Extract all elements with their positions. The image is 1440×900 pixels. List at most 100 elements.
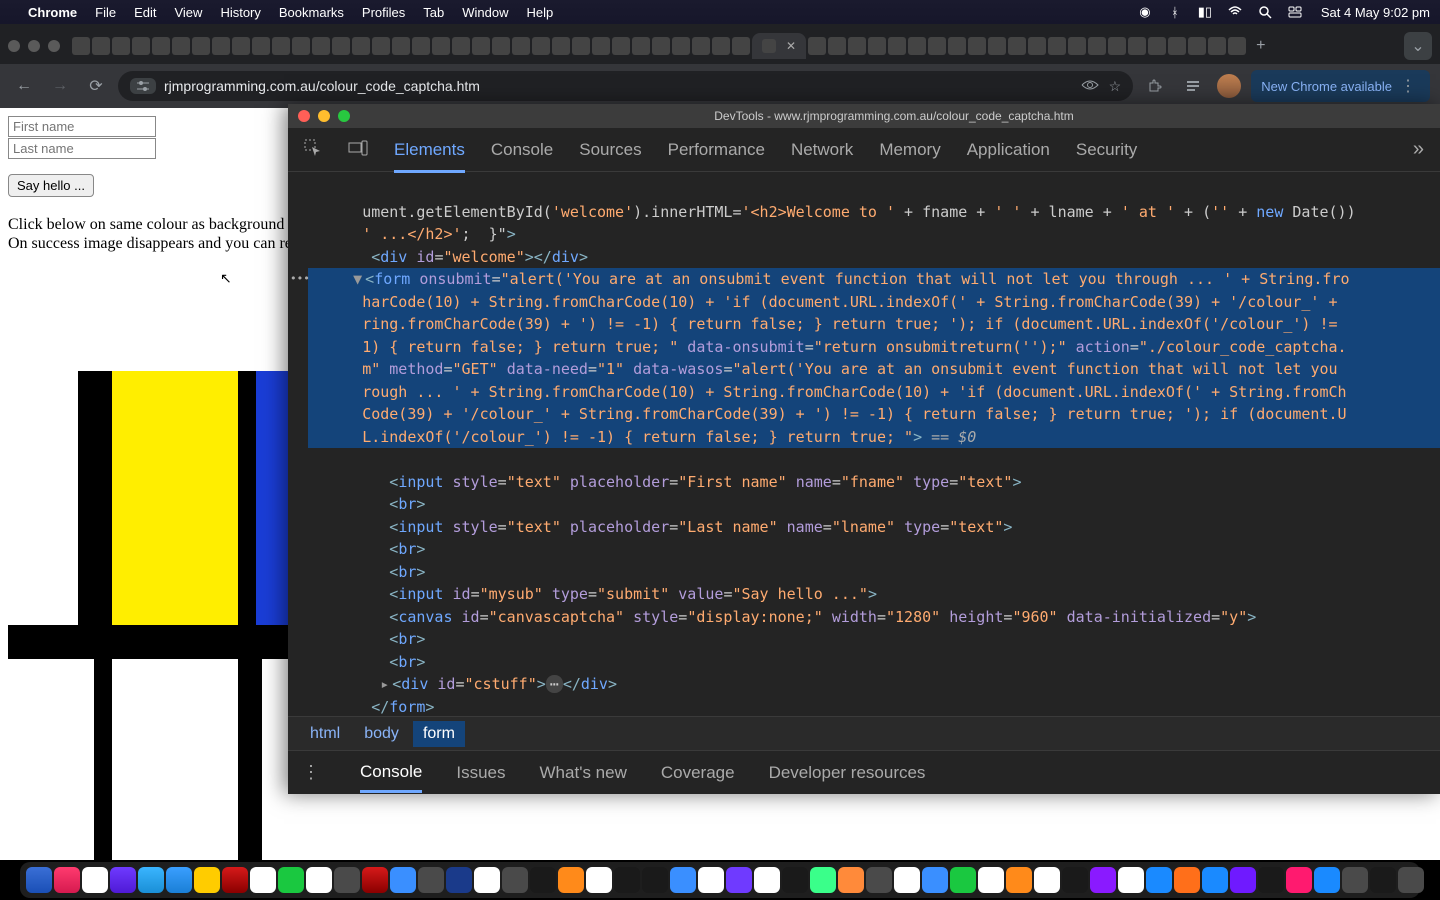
tab-network[interactable]: Network [791,140,853,160]
ellipsis-icon[interactable]: ••• [290,271,310,288]
pinned-tab[interactable] [572,37,590,55]
menu-history[interactable]: History [220,5,260,20]
menu-edit[interactable]: Edit [134,5,156,20]
dock-app-icon[interactable] [950,867,976,893]
dock-app-icon[interactable] [306,867,332,893]
pinned-tab[interactable] [512,37,530,55]
profile-avatar[interactable] [1217,74,1241,98]
tab-application[interactable]: Application [967,140,1050,160]
pinned-tab[interactable] [1028,37,1046,55]
menu-bookmarks[interactable]: Bookmarks [279,5,344,20]
back-button[interactable]: ← [10,72,38,100]
tab-console[interactable]: Console [491,140,553,160]
pinned-tab[interactable] [1008,37,1026,55]
pinned-tab[interactable] [172,37,190,55]
pinned-tab[interactable] [532,37,550,55]
tab-search-button[interactable]: ⌄ [1404,32,1432,60]
star-icon[interactable]: ☆ [1109,78,1122,95]
dock-app-icon[interactable] [866,867,892,893]
pinned-tab[interactable] [928,37,946,55]
dock-app-icon[interactable] [502,867,528,893]
dock-app-icon[interactable] [54,867,80,893]
pinned-tab[interactable] [232,37,250,55]
dock-app-icon[interactable] [558,867,584,893]
pinned-tab[interactable] [1228,37,1246,55]
pinned-tab[interactable] [492,37,510,55]
crumb-form[interactable]: form [413,721,465,747]
dock-app-icon[interactable] [1258,867,1284,893]
close-tab-icon[interactable]: ✕ [786,39,796,53]
menu-window[interactable]: Window [462,5,508,20]
dock-app-icon[interactable] [698,867,724,893]
dock-app-icon[interactable] [194,867,220,893]
drawer-tab-issues[interactable]: Issues [456,763,505,783]
pinned-tab[interactable] [1188,37,1206,55]
eye-icon[interactable] [1081,78,1099,95]
dock-app-icon[interactable] [278,867,304,893]
tab-sources[interactable]: Sources [579,140,641,160]
dock-app-icon[interactable] [334,867,360,893]
dock-app-icon[interactable] [138,867,164,893]
drawer-tab-devres[interactable]: Developer resources [769,763,926,783]
pinned-tab[interactable] [948,37,966,55]
devtools-zoom-button[interactable] [338,110,350,122]
pinned-tab[interactable] [1048,37,1066,55]
pinned-tab[interactable] [1148,37,1166,55]
spotlight-icon[interactable] [1257,4,1273,20]
dock-app-icon[interactable] [1090,867,1116,893]
pinned-tab[interactable] [652,37,670,55]
pinned-tab[interactable] [1208,37,1226,55]
dock-app-icon[interactable] [1034,867,1060,893]
pinned-tab[interactable] [312,37,330,55]
active-tab[interactable]: ✕ [752,33,806,59]
pinned-tab[interactable] [848,37,866,55]
address-bar[interactable]: rjmprogramming.com.au/colour_code_captch… [118,71,1133,101]
drawer-tab-console[interactable]: Console [360,762,422,793]
pinned-tab[interactable] [1168,37,1186,55]
pinned-tab[interactable] [372,37,390,55]
pinned-tab[interactable] [452,37,470,55]
pinned-tab[interactable] [92,37,110,55]
tab-security[interactable]: Security [1076,140,1137,160]
pinned-tab[interactable] [968,37,986,55]
pinned-tab[interactable] [712,37,730,55]
tab-memory[interactable]: Memory [879,140,940,160]
dock-app-icon[interactable] [894,867,920,893]
chrome-menu-icon[interactable]: ⋮ [1396,76,1420,96]
pinned-tab[interactable] [132,37,150,55]
pinned-tab[interactable] [472,37,490,55]
dock-app-icon[interactable] [1370,867,1396,893]
dock-app-icon[interactable] [1006,867,1032,893]
dock-app-icon[interactable] [418,867,444,893]
window-close-button[interactable] [8,40,20,52]
pinned-tab[interactable] [632,37,650,55]
pinned-tab[interactable] [732,37,750,55]
pinned-tab[interactable] [112,37,130,55]
menu-tab[interactable]: Tab [423,5,444,20]
site-settings-icon[interactable] [130,78,156,94]
dock-app-icon[interactable] [390,867,416,893]
drawer-tab-whatsnew[interactable]: What's new [540,763,627,783]
dock-app-icon[interactable] [110,867,136,893]
dock-app-icon[interactable] [474,867,500,893]
dock-app-icon[interactable] [754,867,780,893]
first-name-input[interactable] [8,116,156,137]
say-hello-button[interactable]: Say hello ... [8,174,94,197]
pinned-tab[interactable] [392,37,410,55]
battery-icon[interactable]: ▮▯ [1197,4,1213,20]
tab-elements[interactable]: Elements [394,140,465,173]
extensions-icon[interactable] [1141,72,1169,100]
pinned-tab[interactable] [828,37,846,55]
dock-app-icon[interactable] [362,867,388,893]
dock-app-icon[interactable] [250,867,276,893]
pinned-tab[interactable] [808,37,826,55]
forward-button[interactable]: → [46,72,74,100]
pinned-tab[interactable] [272,37,290,55]
dock-app-icon[interactable] [26,867,52,893]
pinned-tab[interactable] [292,37,310,55]
pinned-tab[interactable] [432,37,450,55]
new-tab-button[interactable]: + [1248,37,1273,55]
wifi-icon[interactable] [1227,4,1243,20]
dock-app-icon[interactable] [530,867,556,893]
control-center-icon[interactable] [1287,4,1303,20]
